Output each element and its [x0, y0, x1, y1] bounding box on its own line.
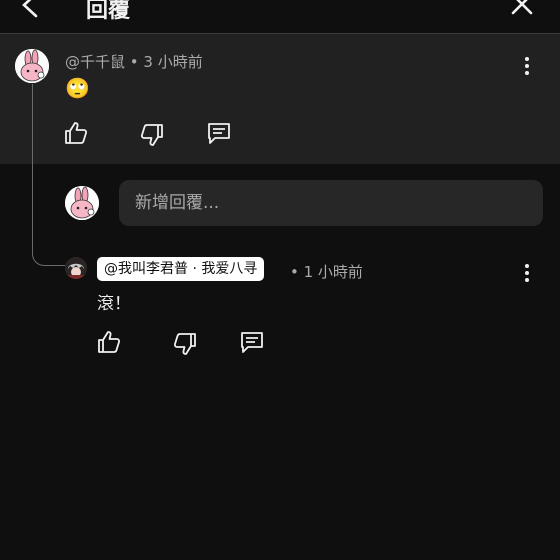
more-options-icon[interactable] — [515, 261, 539, 285]
reply-text: 滾！ — [97, 294, 131, 314]
header-bar: 回覆 — [0, 0, 560, 34]
comment-author-time: @千千鼠 • 3 小時前 — [65, 53, 203, 71]
rabbit-avatar-icon — [15, 49, 49, 83]
parent-comment: @千千鼠 • 3 小時前 🙄 — [0, 34, 560, 164]
back-arrow-icon[interactable] — [16, 0, 46, 20]
comment-text: 🙄 — [65, 76, 90, 100]
reply-time: • 1 小時前 — [290, 263, 363, 281]
thread-connector-line — [32, 84, 66, 266]
mention-chip[interactable]: @我叫李君普 · 我爱八寻 — [97, 257, 265, 281]
character-avatar-icon — [65, 257, 87, 279]
close-icon[interactable] — [508, 0, 536, 18]
avatar — [65, 186, 99, 220]
reply-thread-page: 回覆 @千千鼠 • 3 小時前 🙄 新增回覆... @我叫李君普 · 我爱八寻 … — [0, 0, 560, 560]
like-icon[interactable] — [63, 120, 89, 146]
rabbit-avatar-icon — [65, 186, 99, 220]
add-reply-input[interactable] — [119, 180, 543, 226]
dislike-icon[interactable] — [139, 122, 165, 148]
more-options-icon[interactable] — [515, 54, 539, 78]
reply-icon[interactable] — [239, 329, 265, 355]
avatar[interactable] — [65, 257, 87, 279]
dislike-icon[interactable] — [172, 331, 198, 357]
like-icon[interactable] — [96, 329, 122, 355]
page-title: 回覆 — [86, 0, 131, 23]
reply-icon[interactable] — [206, 120, 232, 146]
avatar[interactable] — [15, 49, 49, 83]
